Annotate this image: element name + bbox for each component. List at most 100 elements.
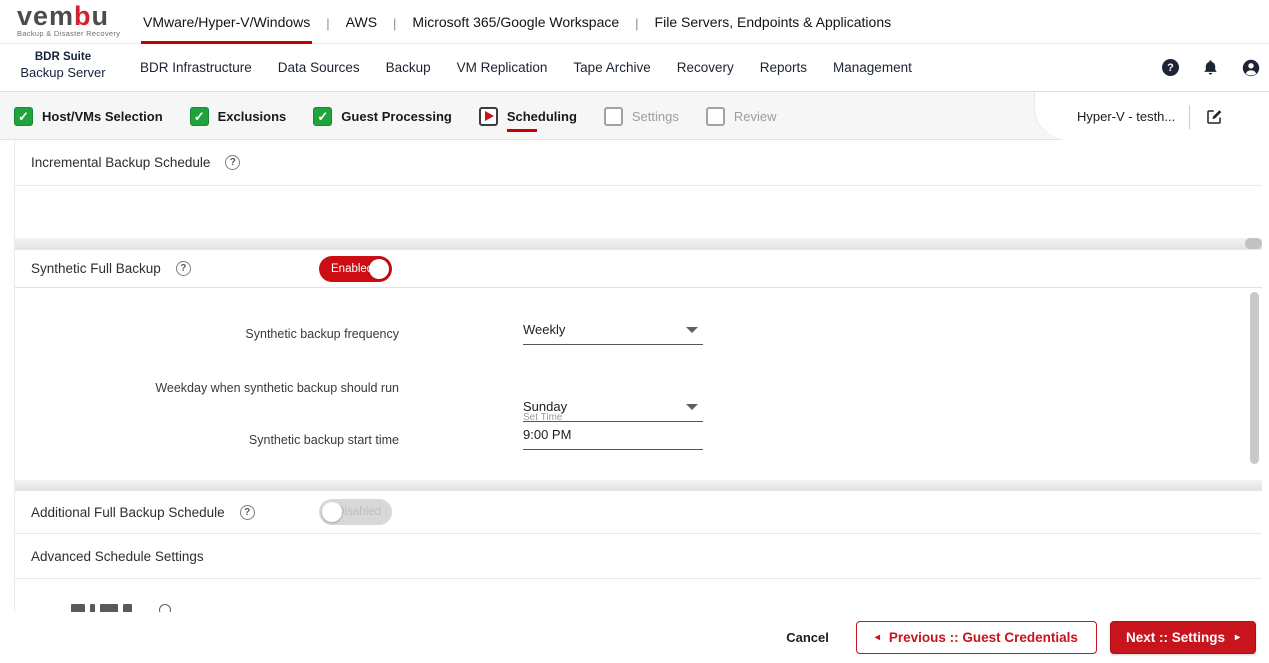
help-icon[interactable]: ? — [1162, 59, 1179, 76]
job-name: Hyper-V - testh... — [1077, 109, 1176, 124]
menu-tape-archive[interactable]: Tape Archive — [573, 60, 650, 75]
step-label: Guest Processing — [341, 108, 452, 124]
checked-checkbox-icon: ✓ — [14, 106, 33, 126]
menu-reports[interactable]: Reports — [760, 60, 807, 75]
incremental-backup-schedule-section: Incremental Backup Schedule ? — [15, 140, 1262, 185]
tab-divider — [1189, 104, 1191, 129]
step-host-vms-selection[interactable]: ✓ Host/VMs Selection — [14, 106, 163, 126]
synthetic-help-icon[interactable]: ? — [175, 261, 191, 276]
step-label: Host/VMs Selection — [42, 108, 163, 124]
empty-checkbox-icon — [705, 106, 725, 126]
nav-aws[interactable]: AWS — [344, 0, 379, 44]
clipped-row — [15, 579, 1262, 613]
checked-checkbox-icon: ✓ — [313, 106, 333, 126]
toggle-knob — [322, 502, 342, 522]
edit-job-name-icon[interactable] — [1206, 108, 1223, 125]
start-time-label: Synthetic backup start time — [248, 433, 399, 447]
play-icon — [478, 106, 498, 126]
vertical-scrollbar-thumb[interactable] — [1250, 292, 1259, 464]
toggle-knob — [369, 258, 389, 279]
menu-management[interactable]: Management — [833, 60, 912, 75]
app-menu-bar: BDR Suite Backup Server BDR Infrastructu… — [0, 44, 1269, 92]
additional-full-backup-toggle[interactable]: Disabled — [319, 499, 392, 525]
product-server-label: Backup Server — [20, 65, 106, 80]
logo-text-3: u — [91, 1, 110, 31]
step-label: Settings — [631, 108, 679, 124]
product-name: BDR Suite Backup Server — [16, 51, 110, 80]
chevron-down-icon — [686, 327, 698, 333]
advanced-schedule-settings-section: Advanced Schedule Settings — [15, 534, 1262, 578]
synthetic-settings-panel: Synthetic backup frequency Weekly Weekda… — [15, 288, 1262, 480]
logo-tagline: Backup & Disaster Recovery — [17, 29, 121, 38]
advanced-section-title: Advanced Schedule Settings — [31, 548, 204, 564]
previous-button[interactable]: ◂ Previous :: Guest Credentials — [855, 621, 1097, 654]
cancel-button[interactable]: Cancel — [786, 630, 829, 645]
nav-file-servers-endpoints[interactable]: File Servers, Endpoints & Applications — [653, 0, 894, 44]
start-time-value: 9:00 PM — [523, 427, 572, 442]
nav-microsoft365-google[interactable]: Microsoft 365/Google Workspace — [410, 0, 621, 44]
frequency-label: Synthetic backup frequency — [245, 327, 399, 341]
nav-separator: | — [326, 16, 330, 31]
step-settings[interactable]: Settings — [603, 106, 679, 126]
account-user-icon[interactable] — [1242, 59, 1260, 77]
horizontal-scrollbar-thumb[interactable] — [1245, 238, 1262, 249]
menu-backup[interactable]: Backup — [386, 60, 431, 75]
start-time-input[interactable]: Set Time 9:00 PM — [523, 412, 703, 450]
logo-text-2: b — [74, 1, 92, 31]
product-suite-label: BDR Suite — [34, 51, 92, 63]
left-arrow-icon: ◂ — [874, 631, 880, 643]
frequency-value: Weekly — [523, 322, 566, 337]
incremental-section-body — [15, 186, 1262, 238]
vertical-scrollbar[interactable] — [1250, 292, 1259, 468]
weekday-label: Weekday when synthetic backup should run — [155, 381, 399, 395]
additional-help-icon[interactable]: ? — [239, 504, 255, 520]
step-exclusions[interactable]: ✓ Exclusions — [189, 106, 287, 126]
synthetic-full-backup-toggle[interactable]: Enabled — [319, 255, 392, 282]
synthetic-section-title: Synthetic Full Backup — [31, 261, 161, 276]
main-menu: BDR Infrastructure Data Sources Backup V… — [140, 44, 912, 91]
synthetic-full-backup-section-header: Synthetic Full Backup ? Enabled — [15, 250, 1262, 287]
incremental-help-icon[interactable]: ? — [225, 155, 241, 170]
step-label: Review — [733, 108, 777, 124]
right-arrow-icon: ▸ — [1234, 631, 1240, 643]
scheduling-content: Incremental Backup Schedule ? Synthetic … — [14, 140, 1262, 663]
top-header: vembu Backup & Disaster Recovery VMware/… — [0, 0, 1269, 44]
wizard-footer: Cancel ◂ Previous :: Guest Credentials N… — [0, 612, 1269, 663]
incremental-section-title: Incremental Backup Schedule — [31, 155, 211, 170]
additional-full-backup-section: Additional Full Backup Schedule ? Disabl… — [15, 491, 1262, 533]
checked-checkbox-icon: ✓ — [189, 106, 209, 126]
step-label: Scheduling — [506, 108, 577, 132]
notifications-bell-icon[interactable] — [1202, 59, 1219, 77]
nav-separator: | — [635, 16, 639, 31]
set-time-helper: Set Time — [523, 412, 563, 423]
vembu-wordmark: vembu — [17, 3, 120, 30]
step-review[interactable]: Review — [705, 106, 777, 126]
vembu-logo: vembu Backup & Disaster Recovery — [17, 3, 121, 39]
nav-vmware-hyperv-windows[interactable]: VMware/Hyper-V/Windows — [141, 0, 313, 44]
step-label: Exclusions — [217, 108, 287, 124]
menu-recovery[interactable]: Recovery — [677, 60, 734, 75]
frequency-select[interactable]: Weekly — [523, 322, 703, 345]
previous-button-label: Previous :: Guest Credentials — [888, 630, 1078, 645]
next-button-label: Next :: Settings — [1125, 630, 1225, 645]
menu-vm-replication[interactable]: VM Replication — [457, 60, 548, 75]
chevron-down-icon — [686, 404, 698, 410]
job-name-tab: Hyper-V - testh... — [1035, 92, 1269, 141]
horizontal-scrollbar[interactable] — [15, 480, 1262, 490]
toggle-label: Enabled — [331, 262, 374, 275]
step-guest-processing[interactable]: ✓ Guest Processing — [313, 106, 452, 126]
logo-text-1: vem — [17, 1, 75, 31]
wizard-steps-bar: ✓ Host/VMs Selection ✓ Exclusions ✓ Gues… — [0, 92, 1269, 141]
nav-separator: | — [393, 16, 397, 31]
step-scheduling[interactable]: Scheduling — [478, 106, 577, 132]
next-button[interactable]: Next :: Settings ▸ — [1109, 621, 1256, 654]
horizontal-scrollbar[interactable] — [15, 238, 1262, 249]
vembu-bdr-app: vembu Backup & Disaster Recovery VMware/… — [0, 0, 1269, 663]
empty-checkbox-icon — [603, 106, 623, 126]
additional-section-title: Additional Full Backup Schedule — [31, 504, 225, 520]
toggle-label: Disabled — [336, 506, 381, 518]
menu-bdr-infrastructure[interactable]: BDR Infrastructure — [140, 60, 252, 75]
menu-data-sources[interactable]: Data Sources — [278, 60, 360, 75]
product-nav: VMware/Hyper-V/Windows | AWS | Microsoft… — [141, 0, 893, 44]
header-icons: ? — [1162, 44, 1260, 91]
